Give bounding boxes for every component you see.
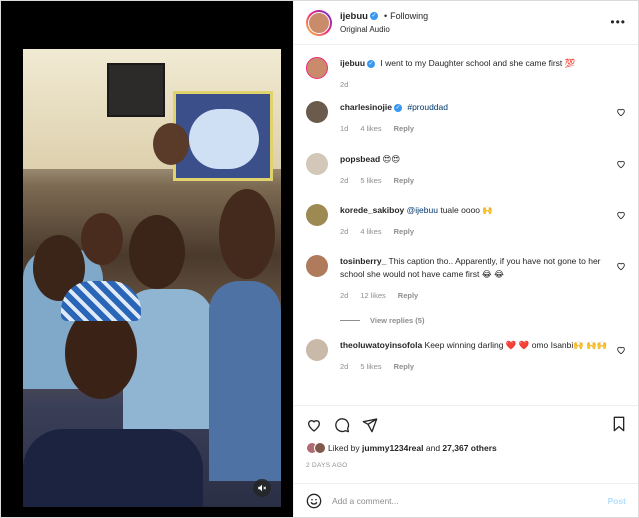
avatar[interactable] <box>306 339 328 361</box>
emoji-smiley-icon[interactable] <box>306 493 322 509</box>
verified-badge-icon: ✓ <box>369 12 378 21</box>
heart-icon[interactable] <box>616 210 626 220</box>
post-button[interactable]: Post <box>608 496 626 506</box>
comment-time[interactable]: 2d <box>340 227 348 236</box>
post-date[interactable]: 2 DAYS AGO <box>306 462 626 469</box>
heart-icon[interactable] <box>616 159 626 169</box>
like-heart-icon[interactable] <box>306 417 322 433</box>
author-avatar[interactable] <box>306 9 332 36</box>
comment-likes[interactable]: 12 likes <box>360 291 385 300</box>
likes-summary: Liked by jummy1234real and 27,367 others <box>306 442 626 454</box>
author-username[interactable]: ijebuu <box>340 11 368 22</box>
comment-time[interactable]: 1d <box>340 124 348 133</box>
post-header: ijebuu ✓ • Following Original Audio ••• <box>294 1 638 45</box>
comment-text: Keep winning darling ❤️ ❤️ omo Isanbi🙌 🙌… <box>422 340 608 350</box>
comment-row: tosinberry_ This caption tho.. Apparentl… <box>306 255 626 302</box>
comment-input[interactable] <box>332 495 608 506</box>
following-button[interactable]: Following <box>390 11 428 21</box>
caption-text: I went to my Daughter school and she cam… <box>380 58 576 68</box>
comment-username[interactable]: tosinberry_ <box>340 256 386 266</box>
comment-time[interactable]: 2d <box>340 291 348 300</box>
reply-button[interactable]: Reply <box>394 124 414 133</box>
media-panel <box>1 1 293 517</box>
likes-count[interactable]: 27,367 others <box>442 443 496 453</box>
post-video[interactable] <box>23 49 281 507</box>
avatar[interactable] <box>306 101 328 123</box>
caption-row: ijebuu ✓ I went to my Daughter school and… <box>306 57 626 101</box>
liker-username[interactable]: jummy1234real <box>362 443 423 453</box>
hashtag-link[interactable]: #prouddad <box>407 102 448 112</box>
avatar[interactable] <box>306 57 328 79</box>
view-replies-button[interactable]: View replies (5) <box>340 316 626 325</box>
caption-time[interactable]: 2d <box>340 80 348 89</box>
comment-text: 😍😍 <box>382 154 401 164</box>
comment-text: tuale oooo 🙌 <box>437 205 493 215</box>
post-sidebar: ijebuu ✓ • Following Original Audio ••• ije… <box>293 1 638 517</box>
post-actions: Liked by jummy1234real and 27,367 others… <box>294 405 638 483</box>
heart-icon[interactable] <box>616 107 626 117</box>
comment-row: popsbead 😍😍 2d 5 likes Reply <box>306 153 626 204</box>
comment-likes[interactable]: 5 likes <box>360 176 381 185</box>
reply-button[interactable]: Reply <box>394 176 414 185</box>
avatar[interactable] <box>306 204 328 226</box>
heart-icon[interactable] <box>616 345 626 355</box>
comment-row: korede_sakiboy @ijebuu tuale oooo 🙌 2d 4 … <box>306 204 626 255</box>
comment-row: theoluwatoyinsofola Keep winning darling… <box>306 339 626 373</box>
comment-username[interactable]: charlesinojie <box>340 102 392 112</box>
reply-button[interactable]: Reply <box>398 291 418 300</box>
comment-username[interactable]: popsbead <box>340 154 380 164</box>
add-comment-bar: Post <box>294 483 638 517</box>
comment-likes[interactable]: 4 likes <box>360 227 381 236</box>
verified-badge-icon: ✓ <box>393 103 402 112</box>
heart-icon[interactable] <box>616 261 626 271</box>
bookmark-icon[interactable] <box>612 416 626 432</box>
caption-username[interactable]: ijebuu <box>340 58 365 68</box>
comment-likes[interactable]: 5 likes <box>360 362 381 371</box>
share-send-icon[interactable] <box>362 417 378 433</box>
comment-username[interactable]: theoluwatoyinsofola <box>340 340 422 350</box>
liker-avatars <box>306 442 326 454</box>
avatar[interactable] <box>306 153 328 175</box>
instagram-post-modal: ijebuu ✓ • Following Original Audio ••• ije… <box>0 0 639 518</box>
audio-label[interactable]: Original Audio <box>340 23 428 36</box>
verified-badge-icon: ✓ <box>367 59 376 68</box>
comment-username[interactable]: korede_sakiboy <box>340 205 404 215</box>
comment-likes[interactable]: 4 likes <box>360 124 381 133</box>
reply-button[interactable]: Reply <box>394 227 414 236</box>
more-horizontal-icon[interactable]: ••• <box>610 15 626 29</box>
mute-icon[interactable] <box>253 479 271 497</box>
reply-button[interactable]: Reply <box>394 362 414 371</box>
mention-link[interactable]: @ijebuu <box>407 205 438 215</box>
comment-time[interactable]: 2d <box>340 362 348 371</box>
comment-bubble-icon[interactable] <box>334 417 350 433</box>
comment-row: charlesinojie ✓ #prouddad 1d 4 likes Reply <box>306 101 626 153</box>
comments-list: ijebuu ✓ I went to my Daughter school and… <box>294 45 638 405</box>
avatar[interactable] <box>306 255 328 277</box>
separator-dot: • <box>383 10 388 21</box>
comment-time[interactable]: 2d <box>340 176 348 185</box>
